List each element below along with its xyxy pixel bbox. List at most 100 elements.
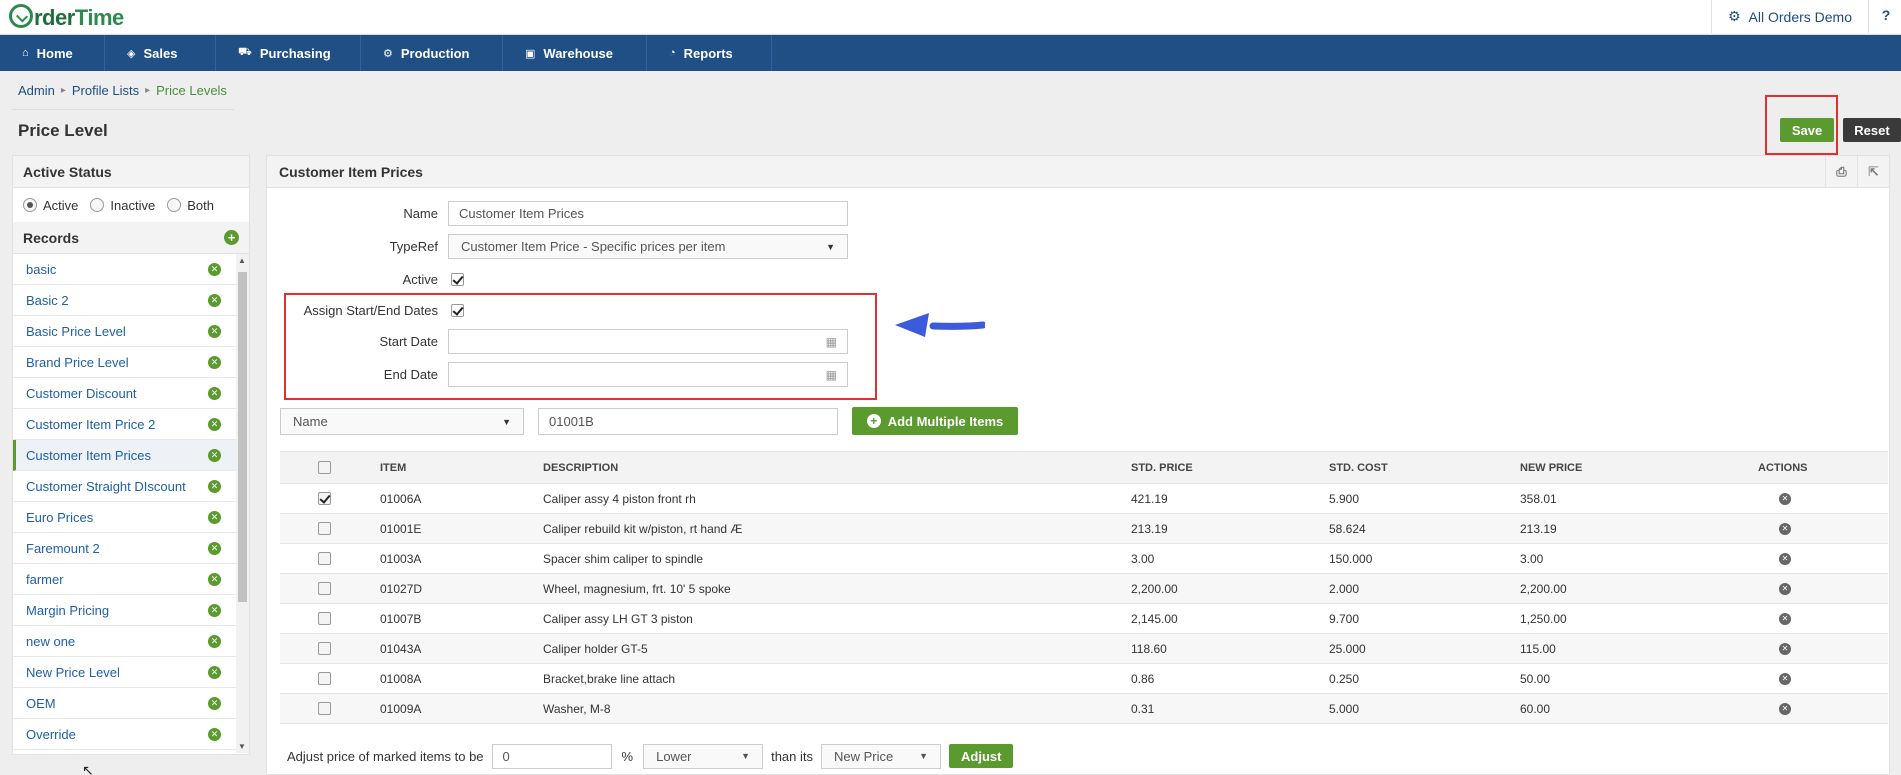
print-icon[interactable]: ⎙ [1825, 156, 1857, 188]
table-row: 01009A Washer, M-8 0.31 5.000 60.00 ✕ [280, 694, 1888, 724]
home-icon: ⌂ [22, 47, 29, 59]
adjust-percent-input[interactable]: 0 [491, 743, 612, 769]
typeref-select[interactable]: Customer Item Price - Specific prices pe… [448, 234, 848, 259]
delete-record-icon[interactable]: ✕ [208, 293, 221, 307]
nav-sales[interactable]: ◈ Sales [105, 35, 216, 71]
row-checkbox[interactable] [318, 552, 331, 565]
delete-record-icon[interactable]: ✕ [208, 448, 221, 462]
row-checkbox[interactable] [318, 522, 331, 535]
pointer-arrow-icon [895, 313, 985, 337]
breadcrumb-admin[interactable]: Admin [18, 83, 55, 98]
gears-icon: ⚙ [383, 47, 393, 60]
add-multiple-items-button[interactable]: + Add Multiple Items [852, 407, 1018, 435]
status-both-radio[interactable] [167, 198, 182, 212]
list-item[interactable]: Override ✕ [13, 719, 249, 750]
col-new-price[interactable]: NEW PRICE [1520, 462, 1582, 474]
status-active-radio[interactable] [23, 198, 37, 212]
percent-label: % [621, 748, 634, 764]
scroll-up-icon[interactable]: ▲ [238, 256, 246, 265]
delete-record-icon[interactable]: ✕ [208, 324, 221, 338]
table-row: 01027D Wheel, magnesium, frt. 10' 5 spok… [280, 574, 1888, 604]
adjust-prefix-label: Adjust price of marked items to be [287, 748, 484, 764]
delete-record-icon[interactable]: ✕ [208, 665, 221, 679]
scrollbar-thumb[interactable] [238, 272, 247, 602]
list-item[interactable]: New Price Level ✕ [13, 657, 249, 688]
list-item[interactable]: Customer Discount ✕ [13, 378, 249, 409]
row-checkbox[interactable] [318, 582, 331, 595]
delete-record-icon[interactable]: ✕ [208, 603, 221, 617]
col-std-price[interactable]: STD. PRICE [1131, 462, 1193, 474]
col-std-cost[interactable]: STD. COST [1329, 462, 1388, 474]
delete-record-icon[interactable]: ✕ [208, 634, 221, 648]
delete-record-icon[interactable]: ✕ [208, 541, 221, 555]
nav-production[interactable]: ⚙ Production [361, 35, 503, 71]
row-checkbox[interactable] [318, 492, 331, 505]
list-item[interactable]: Customer Item Price 2 ✕ [13, 409, 249, 440]
list-item-selected[interactable]: Customer Item Prices ✕ [13, 440, 249, 471]
delete-record-icon[interactable]: ✕ [208, 386, 221, 400]
nav-reports[interactable]: ◔ Reports [647, 35, 772, 71]
list-item[interactable]: Brand Price Level ✕ [13, 347, 249, 378]
breadcrumb-separator-icon: ▸ [145, 85, 151, 96]
help-icon[interactable]: ? [1877, 7, 1895, 25]
list-item[interactable]: Basic 2 ✕ [13, 285, 249, 316]
list-item[interactable]: Margin Pricing ✕ [13, 595, 249, 626]
list-item[interactable]: Euro Prices ✕ [13, 502, 249, 533]
list-item[interactable]: OEM ✕ [13, 688, 249, 719]
records-scrollbar[interactable]: ▲ ▼ [236, 254, 249, 753]
adjust-basis-select[interactable]: New Price ▼ [821, 743, 942, 769]
delete-record-icon[interactable]: ✕ [208, 572, 221, 586]
row-checkbox[interactable] [318, 612, 331, 625]
breadcrumb-profile-lists[interactable]: Profile Lists [72, 83, 139, 98]
delete-record-icon[interactable]: ✕ [208, 479, 221, 493]
nav-warehouse[interactable]: ▣ Warehouse [503, 35, 647, 71]
row-checkbox[interactable] [318, 642, 331, 655]
list-item[interactable]: Customer Straight DIscount ✕ [13, 471, 249, 502]
remove-row-icon[interactable]: ✕ [1779, 612, 1791, 625]
list-item[interactable]: basic ✕ [13, 254, 249, 285]
pie-chart-icon: ◔ [669, 47, 676, 59]
remove-row-icon[interactable]: ✕ [1779, 702, 1791, 715]
status-inactive-radio[interactable] [90, 198, 105, 212]
ordertime-logo[interactable]: rderTime [9, 4, 124, 31]
list-item[interactable]: farmer ✕ [13, 564, 249, 595]
company-selector[interactable]: ⚙ All Orders Demo [1710, 0, 1869, 33]
top-bar: rderTime ⚙ All Orders Demo ? [0, 0, 1901, 35]
delete-record-icon[interactable]: ✕ [208, 727, 221, 741]
delete-record-icon[interactable]: ✕ [208, 262, 221, 276]
nav-purchasing[interactable]: ⛟ Purchasing [216, 35, 361, 71]
remove-row-icon[interactable]: ✕ [1779, 672, 1791, 685]
item-search-input[interactable]: 01001B [538, 408, 838, 435]
add-record-icon[interactable]: + [224, 230, 239, 245]
scroll-down-icon[interactable]: ▼ [238, 742, 246, 751]
delete-record-icon[interactable]: ✕ [208, 417, 221, 431]
name-input[interactable]: Customer Item Prices [448, 201, 848, 226]
box-icon: ▣ [525, 47, 536, 60]
chevron-down-icon: ▼ [741, 751, 751, 761]
adjust-button[interactable]: Adjust [949, 744, 1014, 768]
plus-circle-icon: + [866, 414, 881, 428]
remove-row-icon[interactable]: ✕ [1779, 552, 1791, 565]
active-checkbox[interactable] [451, 273, 464, 286]
reset-button[interactable]: Reset [1843, 118, 1901, 142]
row-checkbox[interactable] [318, 672, 331, 685]
remove-row-icon[interactable]: ✕ [1779, 492, 1791, 505]
search-field-select[interactable]: Name ▼ [280, 408, 524, 435]
adjust-direction-select[interactable]: Lower ▼ [643, 743, 764, 769]
nav-home[interactable]: ⌂ Home [0, 35, 105, 71]
select-all-checkbox[interactable] [318, 461, 331, 474]
list-item[interactable]: new one ✕ [13, 626, 249, 657]
records-header: Records + [13, 222, 249, 254]
remove-row-icon[interactable]: ✕ [1779, 582, 1791, 595]
list-item[interactable]: Faremount 2 ✕ [13, 533, 249, 564]
col-item[interactable]: ITEM [380, 462, 406, 474]
delete-record-icon[interactable]: ✕ [208, 510, 221, 524]
remove-row-icon[interactable]: ✕ [1779, 522, 1791, 535]
remove-row-icon[interactable]: ✕ [1779, 642, 1791, 655]
list-item[interactable]: Basic Price Level ✕ [13, 316, 249, 347]
delete-record-icon[interactable]: ✕ [208, 355, 221, 369]
row-checkbox[interactable] [318, 702, 331, 715]
col-description[interactable]: DESCRIPTION [543, 462, 618, 474]
export-icon[interactable]: ⇱ [1857, 156, 1889, 188]
delete-record-icon[interactable]: ✕ [208, 696, 221, 710]
